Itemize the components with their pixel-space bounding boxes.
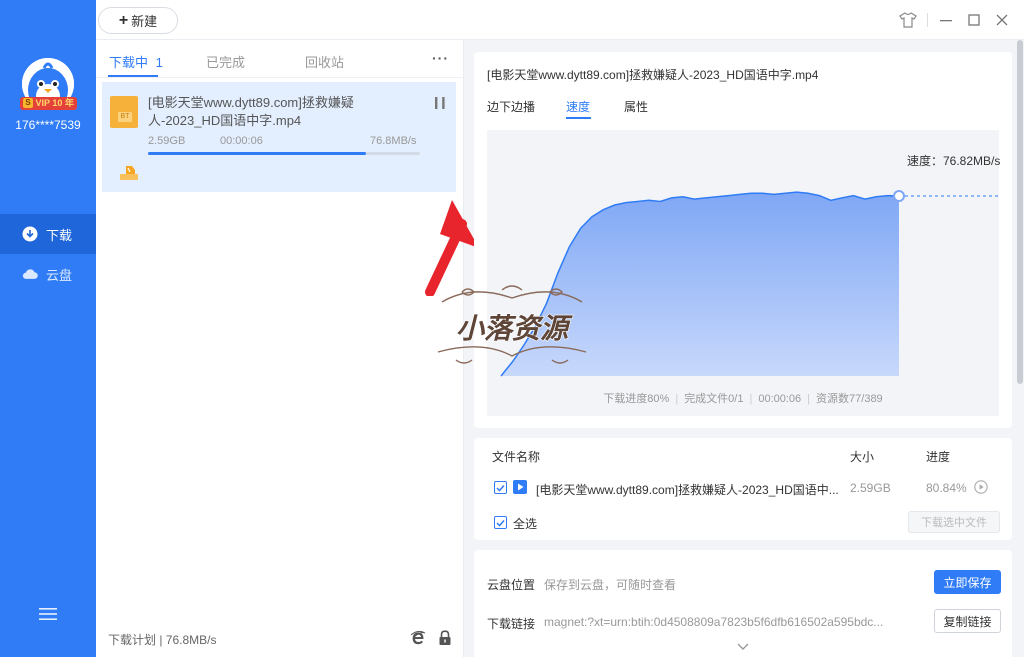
- stat-elapsed: 00:00:06: [758, 393, 802, 405]
- skin-tshirt-icon[interactable]: [898, 10, 918, 30]
- nav-item-cloud[interactable]: 云盘: [0, 254, 96, 294]
- video-file-icon: [513, 480, 527, 494]
- browser-e-icon[interactable]: [410, 630, 426, 646]
- task-list-panel: 下载中 1 已完成 回收站 ··· BT [电影天堂www.dytt89.com…: [96, 40, 479, 657]
- header-file-name: 文件名称: [492, 450, 541, 464]
- vip-badge: S VIP 10 年: [20, 97, 77, 110]
- file-list: 文件名称 大小 进度 [电影天堂www.dytt89.com]拯救嫌疑人-202…: [474, 438, 1012, 540]
- play-circle-icon[interactable]: [974, 480, 988, 494]
- header-size: 大小: [850, 450, 875, 464]
- pause-icon[interactable]: [434, 96, 446, 110]
- tab-properties[interactable]: 属性: [624, 98, 648, 115]
- tab-active-indicator: [108, 75, 158, 77]
- task-tabs: 下载中 1 已完成 回收站 ···: [96, 40, 464, 78]
- tab-speed[interactable]: 速度: [566, 98, 590, 115]
- tab-downloading[interactable]: 下载中 1: [109, 52, 163, 71]
- nav-item-label: 下载: [46, 227, 73, 243]
- checkmark-icon: [496, 519, 505, 527]
- file-row-name: [电影天堂www.dytt89.com]拯救嫌疑人-2023_HD国语中...: [536, 483, 839, 497]
- file-checkbox[interactable]: [494, 481, 507, 494]
- copy-link-button[interactable]: 复制链接: [934, 609, 1001, 633]
- vip-badge-text: VIP 10 年: [35, 98, 74, 108]
- current-speed-label: 速度：76.82MB/s: [907, 154, 1001, 168]
- nav-item-download[interactable]: 下载: [0, 214, 96, 254]
- cloud-icon: [22, 266, 38, 282]
- cloud-location-hint: 保存到云盘，可随时查看: [544, 578, 677, 592]
- tab-play-while-download[interactable]: 边下边播: [487, 98, 535, 115]
- accelerate-hand-icon[interactable]: [118, 164, 140, 182]
- detail-scrollbar[interactable]: [1016, 40, 1024, 657]
- stat-files-done: 完成文件0/1: [684, 393, 744, 405]
- task-item[interactable]: BT [电影天堂www.dytt89.com]拯救嫌疑人-2023_HD国语中字…: [102, 82, 456, 192]
- download-plan-status[interactable]: 下载计划 | 76.8MB/s: [108, 631, 216, 648]
- watermark-logo: 小落资源: [437, 285, 587, 364]
- maximize-icon[interactable]: [964, 10, 984, 30]
- select-all-label[interactable]: 全选: [513, 515, 537, 532]
- watermark-text: 小落资源: [456, 312, 573, 345]
- save-now-button[interactable]: 立即保存: [934, 570, 1001, 594]
- bt-label: BT: [118, 112, 132, 122]
- checkmark-icon: [496, 484, 505, 492]
- minimize-icon[interactable]: [936, 10, 956, 30]
- top-bar: + 新建: [96, 0, 1024, 40]
- cloud-save-section: 云盘位置 保存到云盘，可随时查看 立即保存 下载链接 magnet:?xt=ur…: [474, 550, 1012, 657]
- tab-label: 下载中: [109, 55, 149, 70]
- select-all-checkbox[interactable]: [494, 516, 507, 529]
- divider: [927, 13, 928, 27]
- more-options-button[interactable]: ···: [432, 50, 449, 66]
- file-row-size: 2.59GB: [850, 481, 891, 495]
- tab-count: 1: [155, 55, 163, 70]
- detail-tab-indicator: [566, 117, 591, 119]
- vip-s-icon: S: [23, 98, 33, 108]
- scrollbar-thumb[interactable]: [1017, 40, 1023, 384]
- task-size: 2.59GB: [148, 135, 186, 147]
- stat-resources: 资源数77/389: [816, 393, 883, 405]
- nav-item-label: 云盘: [46, 267, 73, 283]
- download-link-label: 下载链接: [487, 617, 536, 631]
- new-task-button[interactable]: + 新建: [98, 7, 178, 34]
- download-link-value[interactable]: magnet:?xt=urn:btih:0d4508809a7823b5f6df…: [544, 615, 900, 629]
- lock-icon[interactable]: [438, 630, 452, 646]
- task-speed: 76.8MB/s: [370, 135, 417, 147]
- header-progress: 进度: [926, 450, 951, 464]
- task-remaining-time: 00:00:06: [220, 135, 263, 147]
- sidebar: S VIP 10 年 176****7539 下载 云盘: [0, 0, 96, 657]
- detail-file-title: [电影天堂www.dytt89.com]拯救嫌疑人-2023_HD国语中字.mp…: [487, 68, 819, 82]
- chevron-down-icon[interactable]: [736, 642, 750, 652]
- stat-progress: 下载进度80%: [603, 393, 670, 405]
- download-icon: [22, 226, 38, 242]
- tab-completed[interactable]: 已完成: [206, 52, 245, 71]
- task-progress-bar: [148, 152, 420, 155]
- file-row-progress: 80.84%: [926, 481, 967, 495]
- bt-file-icon: BT: [110, 96, 138, 128]
- current-speed-point: [893, 190, 905, 203]
- task-name: [电影天堂www.dytt89.com]拯救嫌疑人-2023_HD国语中字.mp…: [148, 95, 354, 128]
- new-task-label: 新建: [131, 14, 158, 29]
- hamburger-menu-icon[interactable]: [38, 606, 58, 622]
- plus-icon: +: [118, 11, 129, 29]
- username: 176****7539: [15, 118, 81, 132]
- download-selected-button[interactable]: 下载选中文件: [908, 511, 1000, 533]
- task-progress-fill: [148, 152, 366, 155]
- chart-stats: 下载进度80% | 完成文件0/1 | 00:00:06 | 资源数77/389: [603, 393, 883, 405]
- cloud-location-label: 云盘位置: [487, 578, 536, 592]
- tab-recycle-bin[interactable]: 回收站: [305, 52, 344, 71]
- close-icon[interactable]: [992, 10, 1012, 30]
